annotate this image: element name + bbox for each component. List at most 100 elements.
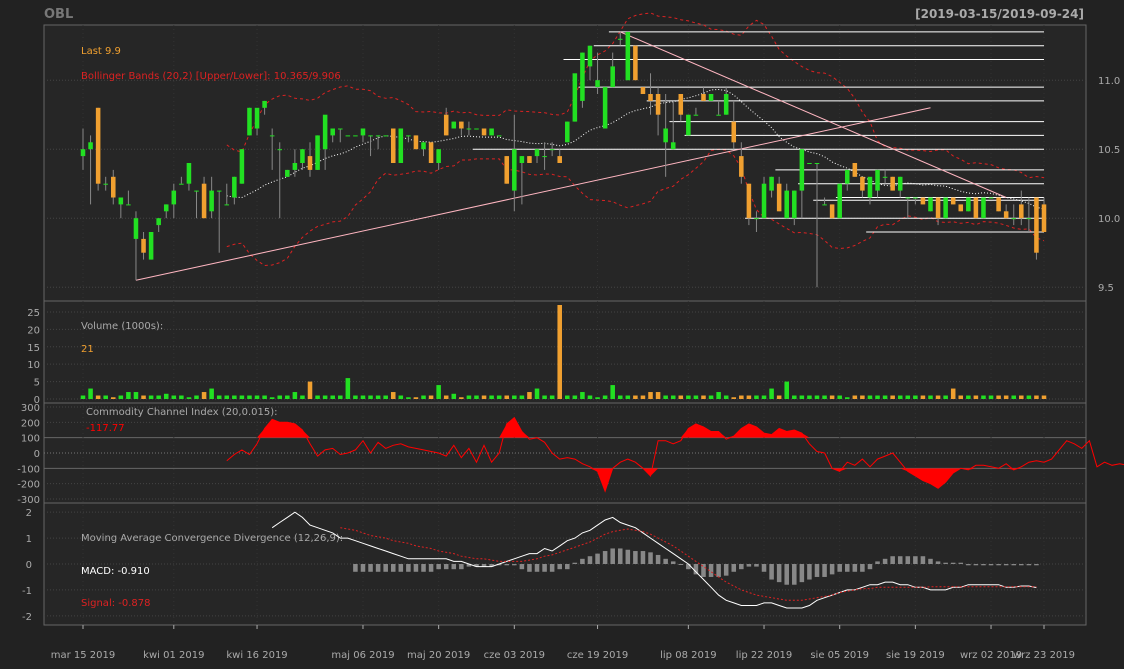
volume-bar: [557, 305, 562, 399]
x-axis-tick-label: sie 05 2019: [810, 650, 869, 661]
volume-bar: [655, 392, 661, 399]
macd-histogram-bar: [996, 564, 1001, 566]
candle-body: [383, 135, 388, 137]
candle-body: [466, 128, 472, 130]
volume-bar: [549, 395, 555, 399]
candle-body: [496, 135, 502, 137]
macd-histogram-bar: [920, 556, 926, 564]
candle-body: [913, 197, 918, 199]
volume-bar: [1041, 395, 1047, 399]
volume-bar: [186, 397, 192, 399]
candle-body: [262, 100, 267, 108]
macd-histogram-bar: [686, 564, 691, 570]
candle-body: [224, 204, 230, 206]
x-axis-tick-label: lip 08 2019: [660, 650, 716, 661]
volume-bar: [269, 397, 275, 399]
candle-body: [285, 169, 290, 177]
candle-body: [754, 218, 759, 220]
candle-body: [549, 149, 555, 151]
volume-y-tick: 15: [27, 343, 40, 354]
candle-body: [443, 114, 449, 136]
volume-bar: [428, 395, 434, 399]
cci-y-tick: 300: [21, 403, 40, 414]
x-axis-tick-label: cze 03 2019: [484, 650, 545, 661]
macd-histogram-bar: [754, 564, 759, 567]
candle-body: [890, 176, 895, 191]
macd-histogram-bar: [504, 564, 510, 566]
macd-y-tick: 2: [26, 508, 32, 519]
candle-body: [943, 197, 948, 219]
volume-bar: [928, 395, 933, 399]
volume-bar: [390, 392, 396, 399]
candle-body: [292, 163, 298, 170]
macd-histogram-bar: [368, 564, 373, 572]
candle-body: [148, 232, 154, 260]
candle-body: [315, 135, 320, 170]
x-axis-tick-label: wrz 23 2019: [1013, 650, 1075, 661]
candle-body: [973, 197, 979, 219]
candle-body: [761, 183, 767, 219]
volume-bar: [292, 392, 298, 399]
volume-bar: [792, 395, 797, 399]
candle-body: [239, 149, 245, 184]
volume-y-tick: 20: [27, 325, 40, 336]
volume-bar: [315, 395, 320, 399]
macd-histogram-bar: [565, 564, 570, 570]
volume-bar: [300, 395, 305, 399]
volume-bar: [216, 395, 222, 399]
candle-body: [338, 128, 343, 130]
macd-histogram-bar: [875, 561, 880, 564]
macd-histogram-bar: [776, 564, 782, 583]
volume-bar: [194, 395, 199, 399]
candle-body: [1019, 204, 1024, 219]
candle-body: [928, 197, 933, 212]
macd-histogram-bar: [950, 562, 956, 564]
volume-bar: [527, 392, 532, 399]
volume-y-tick: 5: [34, 378, 40, 389]
macd-histogram-bar: [406, 564, 411, 572]
candle-body: [663, 128, 668, 143]
macd-histogram-bar: [648, 552, 653, 564]
volume-bar: [769, 388, 774, 399]
volume-bar: [701, 395, 706, 399]
volume-bar: [746, 395, 752, 399]
x-axis-tick-label: kwi 01 2019: [143, 650, 204, 661]
cci-y-tick: -200: [17, 480, 40, 491]
candle-body: [860, 176, 865, 191]
volume-bar: [353, 395, 358, 399]
volume-bar: [179, 395, 184, 399]
macd-histogram-bar: [867, 564, 873, 570]
volume-bar: [512, 395, 517, 399]
volume-bar: [360, 395, 366, 399]
macd-histogram-bar: [421, 564, 426, 572]
volume-bar: [663, 395, 668, 399]
volume-bar: [413, 397, 419, 399]
macd-histogram-bar: [913, 556, 918, 564]
volume-bar: [595, 397, 600, 399]
macd-histogram-bar: [610, 548, 615, 564]
price-y-tick: 11.0: [1098, 76, 1120, 87]
candle-body: [920, 197, 926, 205]
volume-bar: [103, 395, 108, 399]
volume-bar: [950, 388, 956, 399]
volume-bar: [761, 395, 767, 399]
volume-bar: [277, 395, 283, 399]
volume-bar: [837, 395, 842, 399]
chart-root: OBL [2019-03-15/2019-09-24] Last 9.9 Bol…: [0, 0, 1124, 665]
macd-histogram-bar: [595, 553, 600, 564]
macd-histogram-bar: [557, 564, 562, 570]
candle-body: [799, 149, 805, 191]
volume-bar: [451, 393, 457, 399]
panel-frame-price: [43, 24, 1087, 302]
volume-bar: [474, 395, 479, 399]
volume-bar: [754, 395, 759, 399]
candle-body: [852, 163, 858, 177]
x-axis-tick-label: maj 06 2019: [331, 650, 394, 661]
candle-body: [678, 94, 684, 115]
macd-histogram-bar: [527, 564, 532, 572]
macd-histogram-bar: [413, 564, 419, 572]
macd-histogram-bar: [353, 564, 358, 572]
candle-body: [776, 183, 782, 212]
volume-bar: [572, 395, 578, 399]
macd-histogram-bar: [451, 564, 457, 570]
